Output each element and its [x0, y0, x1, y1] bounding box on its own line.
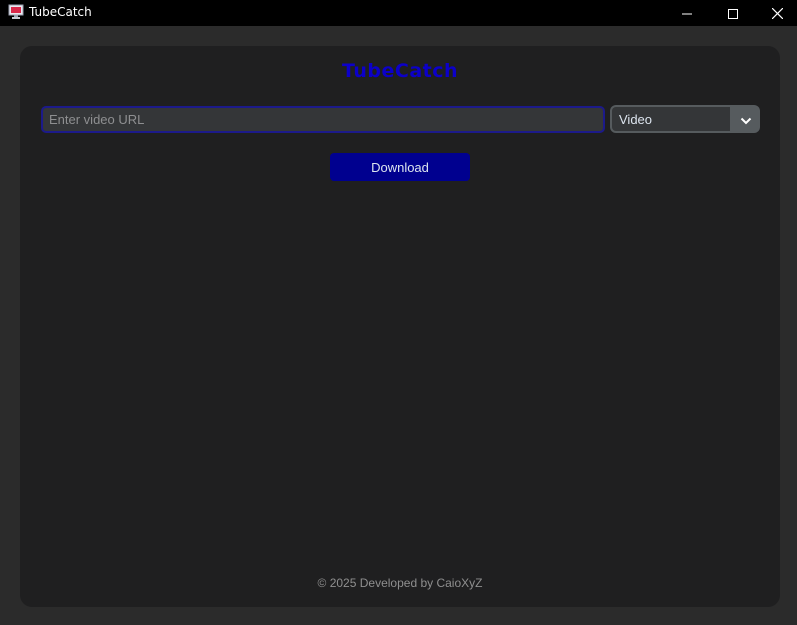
app-window: TubeCatch TubeCatch Video	[0, 0, 797, 625]
format-selected-value: Video	[619, 112, 653, 127]
window-title: TubeCatch	[29, 5, 92, 19]
maximize-button[interactable]	[710, 0, 756, 26]
video-url-input[interactable]	[41, 106, 605, 133]
footer-credit: © 2025 Developed by CaioXyZ	[317, 576, 483, 590]
format-dropdown-arrow[interactable]	[732, 105, 760, 133]
format-dropdown[interactable]: Video	[610, 105, 760, 133]
minimize-button[interactable]	[664, 0, 710, 26]
title-bar: TubeCatch	[0, 0, 797, 26]
format-dropdown-field[interactable]: Video	[612, 107, 730, 131]
main-panel: TubeCatch Video Download © 2025 Develope…	[20, 46, 780, 607]
minimize-icon	[682, 4, 692, 23]
download-button[interactable]: Download	[330, 153, 470, 181]
close-icon	[771, 4, 783, 23]
chevron-down-icon	[740, 110, 752, 129]
app-heading: TubeCatch	[341, 60, 459, 82]
app-monitor-icon	[8, 4, 24, 20]
close-button[interactable]	[754, 0, 797, 26]
maximize-icon	[728, 4, 738, 23]
